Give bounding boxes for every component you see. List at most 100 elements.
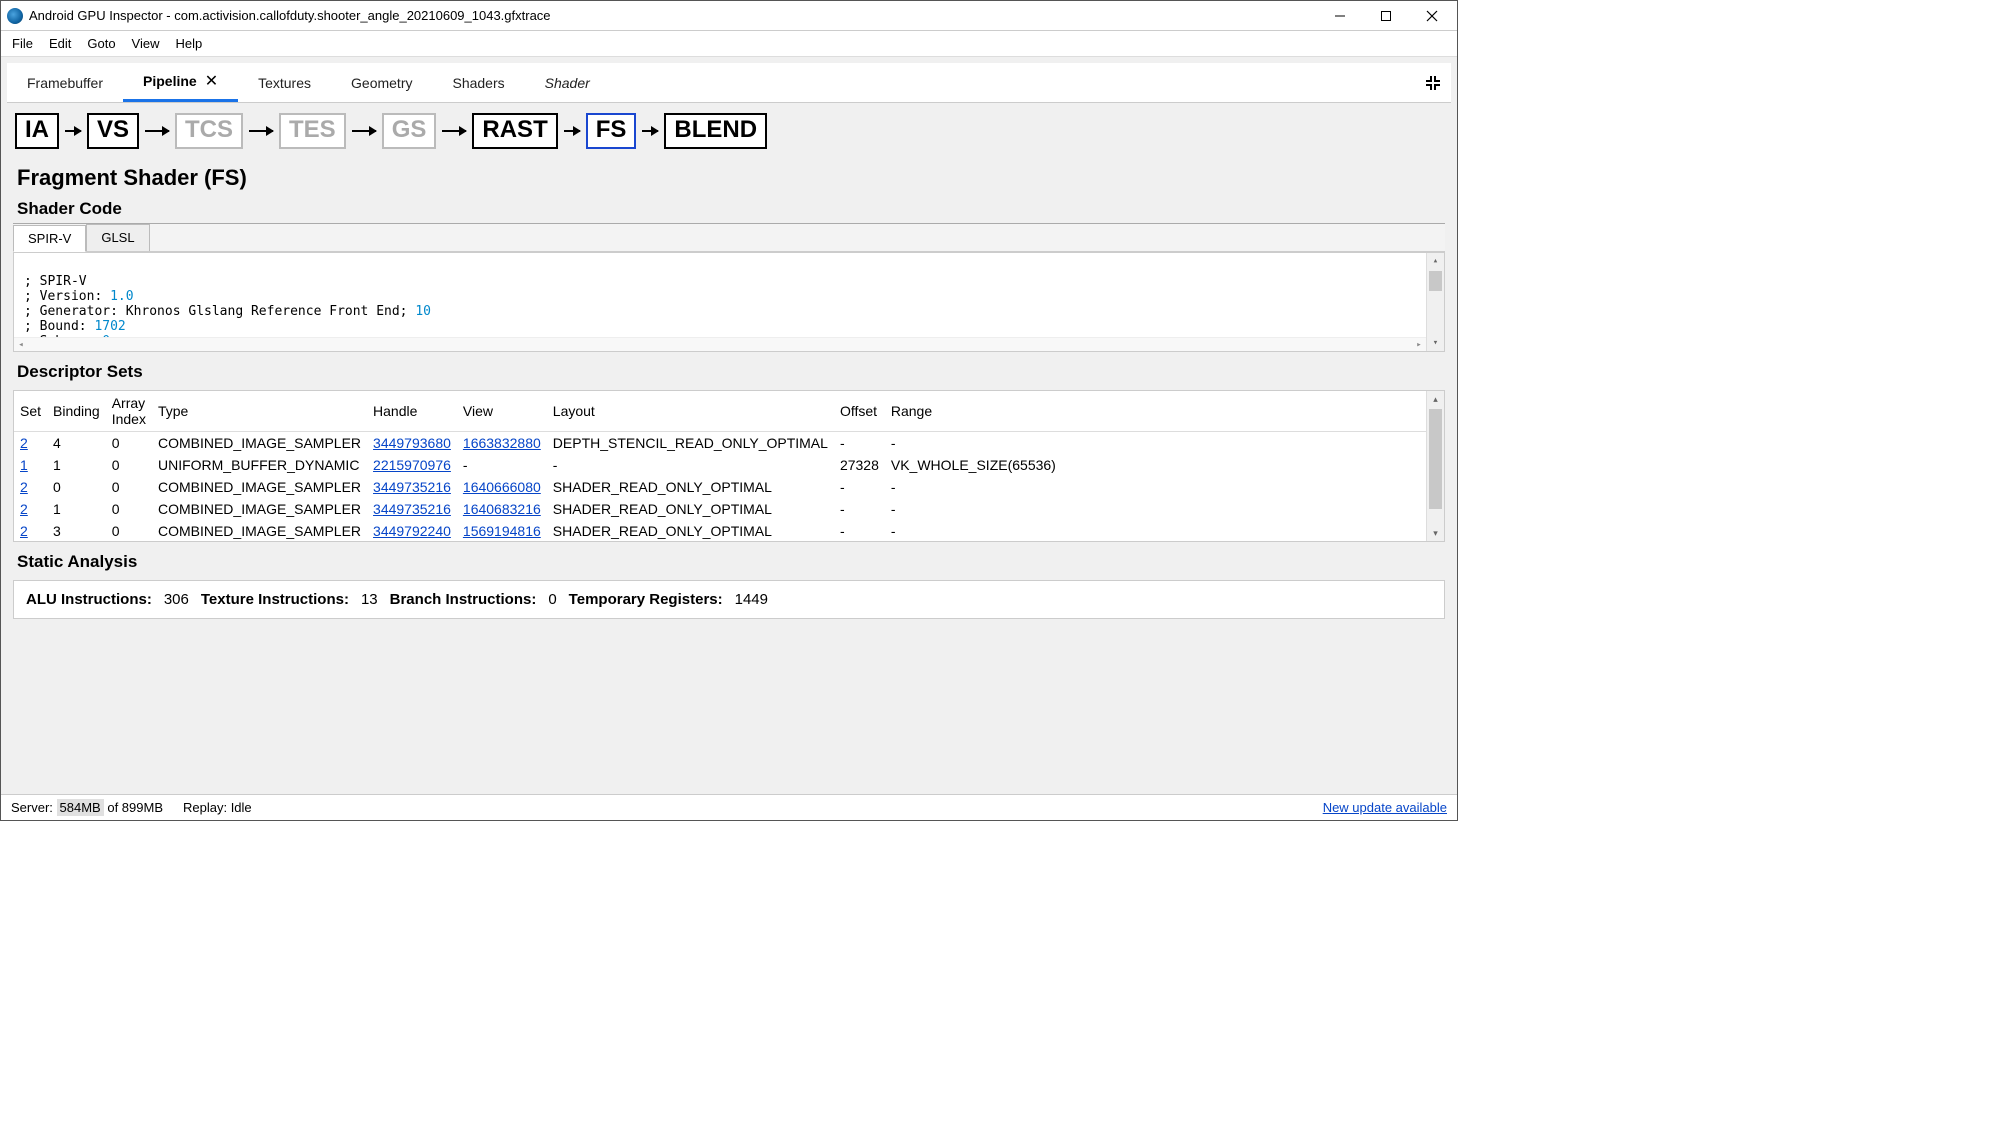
table-header-row: Set Binding Array Index Type Handle View… bbox=[14, 391, 1444, 432]
arrow-icon bbox=[145, 130, 169, 132]
scroll-down-icon[interactable]: ▾ bbox=[1427, 525, 1444, 541]
link[interactable]: 1663832880 bbox=[463, 435, 541, 451]
stage-gs[interactable]: GS bbox=[382, 113, 437, 149]
scroll-left-icon[interactable]: ◂ bbox=[14, 338, 28, 352]
close-icon[interactable]: ✕ bbox=[205, 71, 218, 91]
stage-blend[interactable]: BLEND bbox=[664, 113, 767, 149]
titlebar: Android GPU Inspector - com.activision.c… bbox=[1, 1, 1457, 31]
tab-shader[interactable]: Shader bbox=[525, 67, 610, 99]
link[interactable]: 1569194816 bbox=[463, 523, 541, 539]
col-binding[interactable]: Binding bbox=[47, 391, 106, 432]
stage-ia[interactable]: IA bbox=[15, 113, 59, 149]
static-analysis-heading: Static Analysis bbox=[7, 542, 1451, 576]
scroll-up-icon[interactable]: ▴ bbox=[1427, 391, 1444, 407]
scroll-thumb[interactable] bbox=[1429, 409, 1442, 509]
link[interactable]: 3449735216 bbox=[373, 501, 451, 517]
exit-fullscreen-icon[interactable] bbox=[1419, 69, 1447, 97]
tab-pipeline[interactable]: Pipeline✕ bbox=[123, 63, 238, 102]
arrow-icon bbox=[564, 130, 580, 132]
shader-tab-spirv[interactable]: SPIR-V bbox=[13, 225, 86, 252]
descriptor-table: Set Binding Array Index Type Handle View… bbox=[14, 391, 1444, 542]
update-available-link[interactable]: New update available bbox=[1323, 800, 1447, 815]
tab-shaders[interactable]: Shaders bbox=[432, 67, 524, 99]
menu-file[interactable]: File bbox=[5, 33, 40, 54]
link[interactable]: 2 bbox=[20, 523, 28, 539]
stage-vs[interactable]: VS bbox=[87, 113, 139, 149]
code-vertical-scrollbar[interactable]: ▴ ▾ bbox=[1426, 253, 1444, 351]
shader-code-viewer[interactable]: ; SPIR-V ; Version: 1.0 ; Generator: Khr… bbox=[13, 252, 1445, 352]
link[interactable]: 2 bbox=[20, 501, 28, 517]
stage-rast[interactable]: RAST bbox=[472, 113, 557, 149]
link[interactable]: 3449792240 bbox=[373, 523, 451, 539]
table-row[interactable]: 200COMBINED_IMAGE_SAMPLER344973521616406… bbox=[14, 476, 1444, 498]
menubar: File Edit Goto View Help bbox=[1, 31, 1457, 57]
link[interactable]: 1 bbox=[20, 457, 28, 473]
table-row[interactable]: 230COMBINED_IMAGE_SAMPLER344979224015691… bbox=[14, 520, 1444, 542]
scroll-up-icon[interactable]: ▴ bbox=[1427, 253, 1444, 269]
stage-tes[interactable]: TES bbox=[279, 113, 346, 149]
branch-value: 0 bbox=[548, 591, 556, 608]
tab-textures[interactable]: Textures bbox=[238, 67, 331, 99]
statusbar: Server: 584MB of 899MB Replay: Idle New … bbox=[1, 794, 1457, 820]
menu-goto[interactable]: Goto bbox=[80, 33, 122, 54]
tabbar: Framebuffer Pipeline✕ Textures Geometry … bbox=[7, 63, 1451, 103]
col-handle[interactable]: Handle bbox=[367, 391, 457, 432]
link[interactable]: 2215970976 bbox=[373, 457, 451, 473]
link[interactable]: 3449735216 bbox=[373, 479, 451, 495]
minimize-button[interactable] bbox=[1317, 1, 1363, 31]
shader-code-heading: Shader Code bbox=[7, 199, 1451, 223]
col-layout[interactable]: Layout bbox=[547, 391, 834, 432]
col-array-index[interactable]: Array Index bbox=[106, 391, 152, 432]
col-offset[interactable]: Offset bbox=[834, 391, 885, 432]
window-title: Android GPU Inspector - com.activision.c… bbox=[29, 8, 1317, 23]
shader-tab-glsl[interactable]: GLSL bbox=[86, 224, 149, 251]
descriptor-sets-table: Set Binding Array Index Type Handle View… bbox=[13, 390, 1445, 542]
link[interactable]: 1640666080 bbox=[463, 479, 541, 495]
col-type[interactable]: Type bbox=[152, 391, 367, 432]
app-icon bbox=[7, 8, 23, 24]
server-memory-used: 584MB bbox=[57, 799, 104, 816]
menu-help[interactable]: Help bbox=[169, 33, 210, 54]
trace-file-name: com.activision.callofduty.shooter_angle_… bbox=[174, 8, 550, 23]
temp-label: Temporary Registers: bbox=[569, 591, 723, 608]
maximize-button[interactable] bbox=[1363, 1, 1409, 31]
col-view[interactable]: View bbox=[457, 391, 547, 432]
shader-code-tabs: SPIR-V GLSL bbox=[13, 223, 1445, 252]
stage-tcs[interactable]: TCS bbox=[175, 113, 243, 149]
table-row[interactable]: 110UNIFORM_BUFFER_DYNAMIC2215970976--273… bbox=[14, 454, 1444, 476]
static-analysis-panel: ALU Instructions: 306 Texture Instructio… bbox=[13, 580, 1445, 619]
link[interactable]: 2 bbox=[20, 479, 28, 495]
code-horizontal-scrollbar[interactable]: ◂ ▸ bbox=[14, 337, 1426, 351]
app-window: Android GPU Inspector - com.activision.c… bbox=[0, 0, 1458, 821]
page-title: Fragment Shader (FS) bbox=[7, 163, 1451, 199]
menu-view[interactable]: View bbox=[125, 33, 167, 54]
content-area: Framebuffer Pipeline✕ Textures Geometry … bbox=[1, 57, 1457, 794]
tab-geometry[interactable]: Geometry bbox=[331, 67, 432, 99]
menu-edit[interactable]: Edit bbox=[42, 33, 78, 54]
table-row[interactable]: 240COMBINED_IMAGE_SAMPLER344979368016638… bbox=[14, 432, 1444, 455]
arrow-icon bbox=[352, 130, 376, 132]
close-button[interactable] bbox=[1409, 1, 1455, 31]
table-vertical-scrollbar[interactable]: ▴ ▾ bbox=[1426, 391, 1444, 541]
link[interactable]: 3449793680 bbox=[373, 435, 451, 451]
scroll-down-icon[interactable]: ▾ bbox=[1427, 335, 1444, 351]
temp-value: 1449 bbox=[735, 591, 768, 608]
descriptor-sets-heading: Descriptor Sets bbox=[7, 352, 1451, 386]
arrow-icon bbox=[442, 130, 466, 132]
col-set[interactable]: Set bbox=[14, 391, 47, 432]
server-status: Server: 584MB of 899MB bbox=[11, 800, 163, 815]
alu-value: 306 bbox=[164, 591, 189, 608]
col-range[interactable]: Range bbox=[885, 391, 1062, 432]
branch-label: Branch Instructions: bbox=[390, 591, 537, 608]
scroll-right-icon[interactable]: ▸ bbox=[1412, 338, 1426, 352]
arrow-icon bbox=[642, 130, 658, 132]
link[interactable]: 1640683216 bbox=[463, 501, 541, 517]
link[interactable]: 2 bbox=[20, 435, 28, 451]
texture-value: 13 bbox=[361, 591, 378, 608]
table-row[interactable]: 210COMBINED_IMAGE_SAMPLER344973521616406… bbox=[14, 498, 1444, 520]
pipeline-stages: IA VS TCS TES GS RAST FS BLEND bbox=[7, 103, 1451, 163]
tab-framebuffer[interactable]: Framebuffer bbox=[7, 67, 123, 99]
app-name: Android GPU Inspector bbox=[29, 8, 163, 23]
stage-fs[interactable]: FS bbox=[586, 113, 637, 149]
scroll-thumb[interactable] bbox=[1429, 271, 1442, 291]
